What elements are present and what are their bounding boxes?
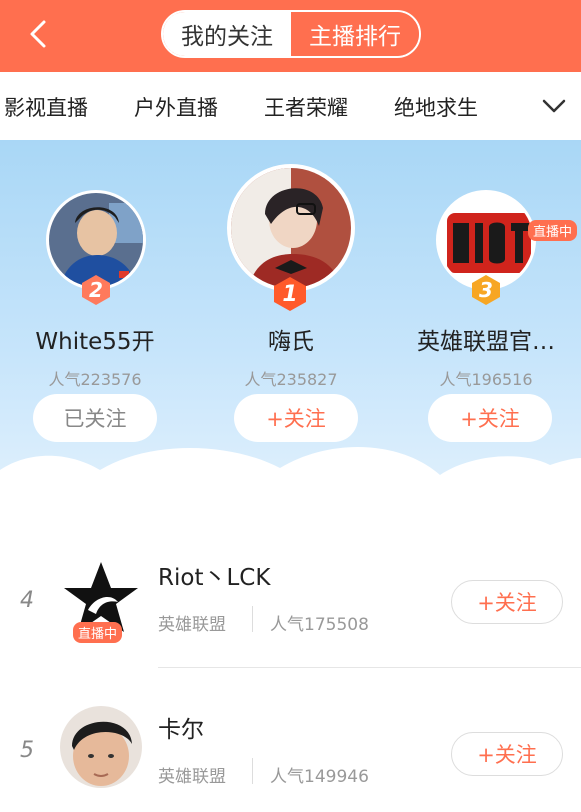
cloud-decoration	[0, 447, 581, 530]
rank-number: 2	[89, 278, 103, 302]
rank-number: 4	[20, 588, 34, 613]
streamer-name[interactable]: 嗨氏	[196, 322, 386, 356]
streamer-name[interactable]: Riot丶LCK	[158, 558, 270, 592]
live-badge: 直播中	[528, 220, 578, 241]
popularity-count: 人气235827	[244, 370, 338, 389]
tab-streamer-ranking[interactable]: 主播排行	[291, 12, 419, 56]
follow-button[interactable]: +关注	[428, 394, 552, 442]
top-bar: 我的关注 主播排行	[0, 0, 581, 72]
list-item[interactable]: 4 直播中 Riot丶LCK 英雄联盟 人气175508 +关注	[0, 530, 581, 680]
back-button[interactable]	[22, 14, 56, 54]
rank-number: 5	[20, 738, 34, 763]
popularity-count: 人气149946	[270, 767, 369, 787]
avatar[interactable]	[60, 706, 142, 788]
avatar-rank-1[interactable]	[227, 164, 355, 292]
list-item[interactable]: 5 卡尔 英雄联盟 人气149946 +关注	[0, 680, 581, 812]
category-tab[interactable]: 王者荣耀	[264, 92, 348, 122]
popularity-count: 人气175508	[270, 615, 369, 635]
category-tab[interactable]: 户外直播	[134, 92, 218, 122]
category-expand-button[interactable]	[538, 92, 570, 120]
streamer-name[interactable]: 英雄联盟官…	[391, 322, 581, 356]
follow-button[interactable]: +关注	[451, 580, 563, 624]
live-badge: 直播中	[73, 622, 123, 643]
followed-button[interactable]: 已关注	[33, 394, 157, 442]
category-nav: 影视直播 户外直播 王者荣耀 绝地求生	[0, 72, 581, 140]
rank-badge-1: 1	[272, 276, 308, 312]
category-tab[interactable]: 影视直播	[4, 92, 88, 122]
popularity-count: 人气223576	[48, 370, 142, 389]
category-tab[interactable]: 绝地求生	[394, 92, 478, 122]
category-label: 英雄联盟	[158, 615, 226, 635]
follow-button[interactable]: +关注	[234, 394, 358, 442]
rank-number: 1	[282, 281, 298, 307]
row-divider	[158, 667, 581, 668]
rank-badge-2: 2	[80, 274, 112, 306]
rank-number: 3	[479, 278, 493, 302]
streamer-name[interactable]: White55开	[0, 322, 190, 356]
category-label: 英雄联盟	[158, 767, 226, 787]
segmented-tabs: 我的关注 主播排行	[161, 10, 421, 58]
streamer-name[interactable]: 卡尔	[158, 710, 204, 744]
chevron-down-icon	[542, 99, 566, 113]
follow-button[interactable]: +关注	[451, 732, 563, 776]
rank-badge-3: 3	[470, 274, 502, 306]
top-three-podium: 2 White55开 人气223576 已关注 1 嗨氏 人气235827 +关…	[0, 140, 581, 530]
separator	[252, 606, 253, 632]
popularity-count: 人气196516	[439, 370, 533, 389]
separator	[252, 758, 253, 784]
chevron-left-icon	[30, 20, 46, 48]
tab-my-follows[interactable]: 我的关注	[163, 12, 291, 56]
